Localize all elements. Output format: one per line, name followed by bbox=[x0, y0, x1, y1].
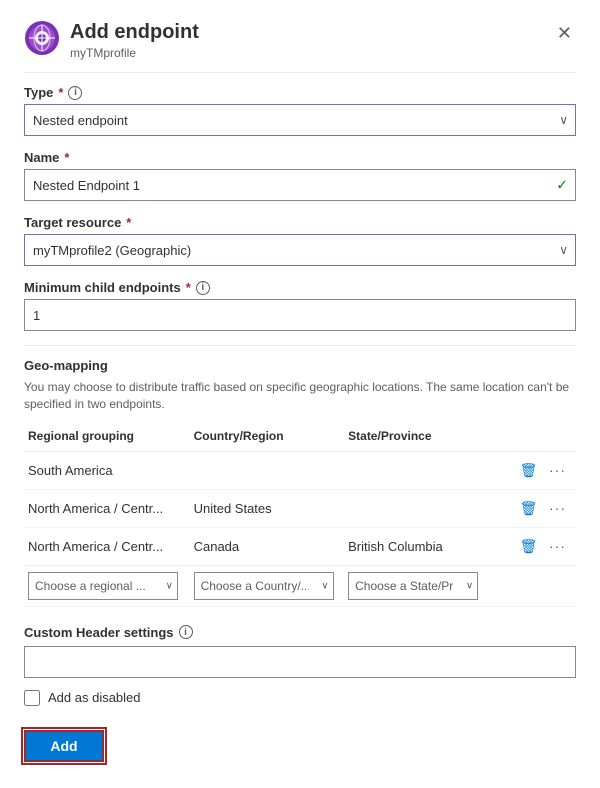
name-label: Name * bbox=[24, 150, 576, 165]
row2-regional: North America / Centr... bbox=[24, 489, 190, 527]
custom-header-section: Custom Header settings i bbox=[24, 625, 576, 678]
min-child-label: Minimum child endpoints * i bbox=[24, 280, 576, 295]
add-disabled-checkbox[interactable] bbox=[24, 690, 40, 706]
row3-more-button[interactable]: ··· bbox=[545, 536, 570, 556]
name-input[interactable] bbox=[24, 169, 576, 201]
target-required: * bbox=[126, 215, 131, 230]
min-child-required: * bbox=[186, 280, 191, 295]
geo-description: You may choose to distribute traffic bas… bbox=[24, 379, 576, 413]
custom-header-info-icon[interactable]: i bbox=[179, 625, 193, 639]
add-regional-cell: Choose a regional ... ∨ bbox=[24, 565, 190, 606]
dialog-title: Add endpoint bbox=[70, 20, 553, 44]
type-select-wrapper: Nested endpoint ∨ bbox=[24, 104, 576, 136]
custom-header-label: Custom Header settings i bbox=[24, 625, 576, 640]
row1-more-button[interactable]: ··· bbox=[545, 460, 570, 480]
col-header-actions bbox=[499, 425, 576, 452]
add-endpoint-dialog: Add endpoint myTMprofile ✕ Type * i Nest… bbox=[0, 0, 600, 788]
row2-actions: 🗑 ··· bbox=[499, 489, 576, 527]
min-child-info-icon[interactable]: i bbox=[196, 281, 210, 295]
type-info-icon[interactable]: i bbox=[68, 86, 82, 100]
add-button[interactable]: Add bbox=[24, 730, 104, 762]
row1-state bbox=[344, 451, 499, 489]
add-country-wrapper: Choose a Country/... ∨ bbox=[194, 572, 334, 600]
row3-actions: 🗑 ··· bbox=[499, 527, 576, 565]
min-child-field-group: Minimum child endpoints * i bbox=[24, 280, 576, 331]
table-row: South America 🗑 ··· bbox=[24, 451, 576, 489]
add-disabled-row: Add as disabled bbox=[24, 690, 576, 706]
row2-more-button[interactable]: ··· bbox=[545, 498, 570, 518]
col-header-country: Country/Region bbox=[190, 425, 345, 452]
target-select-wrapper: myTMprofile2 (Geographic) ∨ bbox=[24, 234, 576, 266]
row1-delete-button[interactable]: 🗑 bbox=[516, 460, 542, 481]
name-field-group: Name * ✓ bbox=[24, 150, 576, 201]
row1-actions: 🗑 ··· bbox=[499, 451, 576, 489]
title-group: Add endpoint myTMprofile bbox=[70, 20, 553, 60]
dialog-header: Add endpoint myTMprofile ✕ bbox=[24, 20, 576, 60]
name-required: * bbox=[64, 150, 69, 165]
table-row: North America / Centr... United States 🗑… bbox=[24, 489, 576, 527]
geo-table: Regional grouping Country/Region State/P… bbox=[24, 425, 576, 607]
min-child-input[interactable] bbox=[24, 299, 576, 331]
row2-delete-button[interactable]: 🗑 bbox=[516, 498, 542, 519]
add-regional-wrapper: Choose a regional ... ∨ bbox=[28, 572, 178, 600]
add-actions-cell bbox=[499, 565, 576, 606]
geo-divider bbox=[24, 345, 576, 346]
target-label: Target resource * bbox=[24, 215, 576, 230]
row3-country: Canada bbox=[190, 527, 345, 565]
row2-state bbox=[344, 489, 499, 527]
dialog-footer: Add bbox=[24, 730, 576, 762]
row3-delete-button[interactable]: 🗑 bbox=[516, 536, 542, 557]
add-country-cell: Choose a Country/... ∨ bbox=[190, 565, 345, 606]
add-state-select[interactable]: Choose a State/Pr... bbox=[348, 572, 478, 600]
row3-state: British Columbia bbox=[344, 527, 499, 565]
add-country-select[interactable]: Choose a Country/... bbox=[194, 572, 334, 600]
add-state-cell: Choose a State/Pr... ∨ bbox=[344, 565, 499, 606]
target-field-group: Target resource * myTMprofile2 (Geograph… bbox=[24, 215, 576, 266]
col-header-state: State/Province bbox=[344, 425, 499, 452]
row2-country: United States bbox=[190, 489, 345, 527]
header-divider bbox=[24, 72, 576, 73]
add-disabled-label[interactable]: Add as disabled bbox=[48, 690, 141, 705]
col-header-regional: Regional grouping bbox=[24, 425, 190, 452]
geo-section-title: Geo-mapping bbox=[24, 358, 576, 373]
type-select[interactable]: Nested endpoint bbox=[24, 104, 576, 136]
table-row: North America / Centr... Canada British … bbox=[24, 527, 576, 565]
target-select[interactable]: myTMprofile2 (Geographic) bbox=[24, 234, 576, 266]
add-state-wrapper: Choose a State/Pr... ∨ bbox=[348, 572, 478, 600]
add-regional-select[interactable]: Choose a regional ... bbox=[28, 572, 178, 600]
custom-header-input[interactable] bbox=[24, 646, 576, 678]
name-input-wrapper: ✓ bbox=[24, 169, 576, 201]
row1-regional: South America bbox=[24, 451, 190, 489]
name-check-icon: ✓ bbox=[556, 177, 568, 194]
geo-mapping-section: Geo-mapping You may choose to distribute… bbox=[24, 358, 576, 607]
close-button[interactable]: ✕ bbox=[553, 20, 576, 46]
type-field-group: Type * i Nested endpoint ∨ bbox=[24, 85, 576, 136]
geo-add-row: Choose a regional ... ∨ Choose a Country… bbox=[24, 565, 576, 606]
type-label: Type * i bbox=[24, 85, 576, 100]
dialog-subtitle: myTMprofile bbox=[70, 46, 553, 60]
geo-table-header-row: Regional grouping Country/Region State/P… bbox=[24, 425, 576, 452]
dialog-icon bbox=[24, 20, 60, 56]
row1-country bbox=[190, 451, 345, 489]
row3-regional: North America / Centr... bbox=[24, 527, 190, 565]
type-required: * bbox=[58, 85, 63, 100]
